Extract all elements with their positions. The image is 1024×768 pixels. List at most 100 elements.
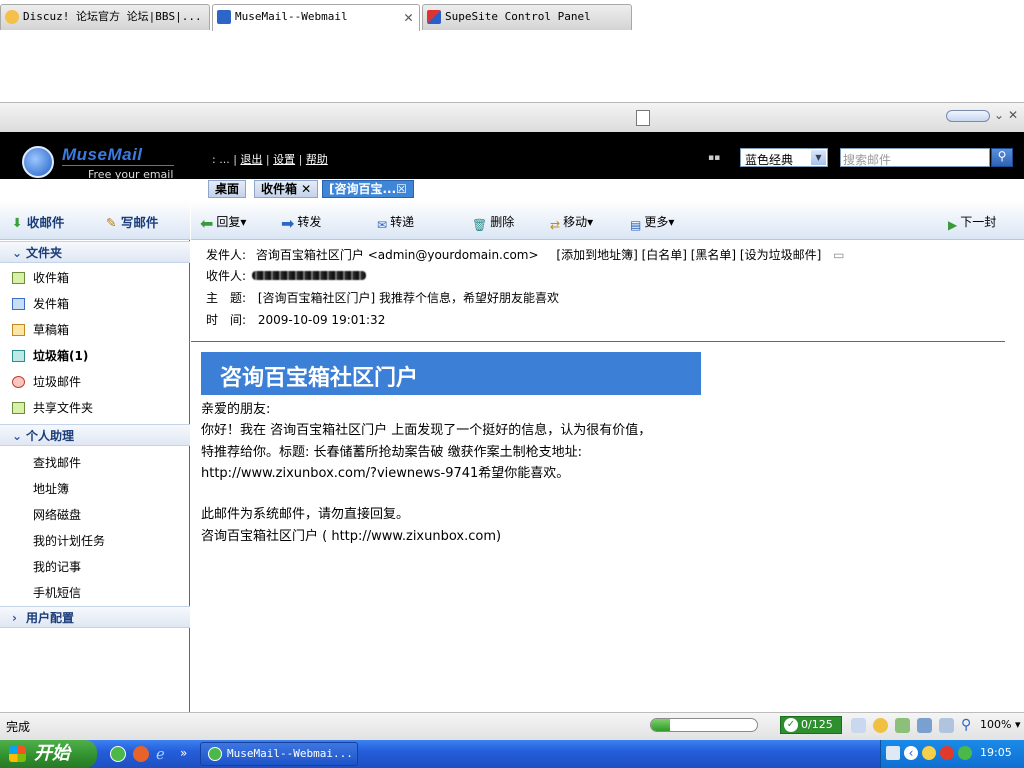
assistant-header-label: 个人助理 <box>26 429 75 443</box>
skin-select[interactable]: 蓝色经典 ▼ <box>740 148 828 167</box>
user-config-label: 用户配置 <box>26 611 75 625</box>
browser-tab-discuz[interactable]: Discuz! 论坛官方 论坛|BBS|... <box>0 4 210 30</box>
more-button[interactable]: ▤ 更多▾ <box>630 213 674 232</box>
zoom-icon[interactable]: ⚲ <box>961 718 976 733</box>
quicklaunch-overflow-icon[interactable]: » <box>180 746 196 762</box>
assistant-header[interactable]: ⌄ 个人助理 <box>0 424 190 446</box>
folder-spam[interactable]: 垃圾邮件 <box>12 373 81 391</box>
delete-button[interactable]: 🗑 删除 <box>472 213 514 232</box>
compose-mail-label: 写邮件 <box>120 215 159 230</box>
browser-tab-supesite[interactable]: SupeSite Control Panel <box>422 4 632 30</box>
logout-link[interactable]: 退出 <box>240 153 262 166</box>
redirect-button[interactable]: ✉ 转递 <box>377 213 414 232</box>
browser-tab-strip <box>0 102 1024 132</box>
move-label: 移动▾ <box>563 215 594 229</box>
move-button[interactable]: ⇄ 移动▾ <box>550 213 593 232</box>
forward-label: 转发 <box>297 215 322 229</box>
chevron-down-icon: ▼ <box>811 150 826 165</box>
nav-netdisk[interactable]: 网络磁盘 <box>33 506 81 523</box>
close-tab-icon[interactable]: ✕ <box>404 5 413 29</box>
tray-collapse-icon[interactable]: ‹ <box>904 746 918 760</box>
subject-value: [咨询百宝箱社区门户] 我推荐个信息，希望好朋友能喜欢 <box>257 291 560 305</box>
progress-bar <box>650 718 758 732</box>
tab-inbox[interactable]: 收件箱 ✕ <box>254 180 319 198</box>
more-icon: ▤ <box>630 218 642 232</box>
tray-search-icon[interactable] <box>922 746 936 760</box>
down-arrow-icon: ⬇ <box>12 215 23 230</box>
browser-tab-label: MuseMail--Webmail <box>235 10 348 23</box>
supesite-icon <box>427 10 441 24</box>
from-value: 咨询百宝箱社区门户 <admin@yourdomain.com> <box>255 248 539 262</box>
reply-label: 回复▾ <box>216 215 247 229</box>
folder-outbox[interactable]: 发件箱 <box>12 295 69 313</box>
security-icon[interactable] <box>895 718 910 733</box>
expand-icon[interactable]: ▭ <box>833 248 844 262</box>
next-arrow-icon: ▶ <box>948 218 958 232</box>
status-bar <box>0 712 1024 740</box>
tray-opera-icon[interactable] <box>940 746 954 760</box>
body-link-line[interactable]: http://www.zixunbox.com/?viewnews-9741希望… <box>201 462 569 481</box>
forward-button[interactable]: ➡ 转发 <box>281 213 322 233</box>
nav-find-mail[interactable]: 查找邮件 <box>33 454 81 471</box>
inbox-icon <box>12 272 25 284</box>
new-tab-icon[interactable] <box>636 110 650 126</box>
folder-trash[interactable]: 垃圾箱(1) <box>12 347 88 365</box>
time-label: 时 间: <box>206 313 247 327</box>
mail-search-input[interactable]: 搜索邮件 <box>840 148 990 167</box>
quicklaunch-browser-icon[interactable] <box>110 746 126 762</box>
page-icon[interactable] <box>917 718 932 733</box>
download-icon[interactable] <box>851 718 866 733</box>
folder-drafts[interactable]: 草稿箱 <box>12 321 69 339</box>
outbox-icon <box>12 298 25 310</box>
spam-icon <box>12 376 25 388</box>
help-link[interactable]: 帮助 <box>306 153 328 166</box>
app-logo: MuseMail <box>62 145 143 164</box>
quicklaunch-firefox-icon[interactable] <box>133 746 149 762</box>
compose-mail-button[interactable]: ✎ 写邮件 <box>106 212 158 231</box>
subject-label: 主 题: <box>206 291 247 305</box>
browser-tab-label: SupeSite Control Panel <box>445 10 591 23</box>
folders-header[interactable]: ⌄ 文件夹 <box>0 241 190 263</box>
addon-icon[interactable] <box>873 718 888 733</box>
speaker-icon[interactable] <box>939 718 954 733</box>
folder-inbox[interactable]: 收件箱 <box>12 269 69 287</box>
tab-current-message[interactable]: [咨询百宝...☒ <box>322 180 414 198</box>
musemail-logo-icon <box>22 146 54 178</box>
nav-tasks[interactable]: 我的计划任务 <box>33 532 105 549</box>
close-icon[interactable]: ✕ <box>1008 108 1018 122</box>
settings-link[interactable]: 设置 <box>273 153 295 166</box>
folder-label: 共享文件夹 <box>33 401 94 415</box>
nav-address-book[interactable]: 地址簿 <box>33 480 69 497</box>
next-message-button[interactable]: ▶ 下一封 <box>948 213 996 232</box>
subject-row: 主 题: [咨询百宝箱社区门户] 我推荐个信息，希望好朋友能喜欢 <box>206 289 559 306</box>
receive-mail-button[interactable]: ⬇ 收邮件 <box>12 212 64 231</box>
taskbar-item-musemail[interactable]: MuseMail--Webmai... <box>200 742 358 766</box>
quicklaunch-ie-icon[interactable]: ℯ <box>156 746 172 762</box>
recipient-redacted <box>251 271 366 280</box>
mail-counter[interactable]: ✓ 0/125 <box>780 716 842 734</box>
from-actions[interactable]: [添加到地址簿] [白名单] [黑名单] [设为垃圾邮件] <box>556 248 821 262</box>
zoom-level[interactable]: 100% ▾ <box>980 718 1020 731</box>
start-label: 开始 <box>34 743 70 763</box>
start-button[interactable]: 开始 <box>0 740 97 768</box>
keyboard-icon[interactable] <box>886 746 900 760</box>
status-text: 完成 <box>6 720 31 734</box>
from-row: 发件人: 咨询百宝箱社区门户 <admin@yourdomain.com> [添… <box>206 246 844 263</box>
nav-sms[interactable]: 手机短信 <box>33 584 81 601</box>
search-icon[interactable]: ⚲ <box>991 148 1013 167</box>
chevron-down-icon[interactable]: ⌄ <box>994 108 1004 122</box>
tray-shield-icon[interactable] <box>958 746 972 760</box>
body-line: 亲爱的朋友: <box>201 402 271 417</box>
toggle-icon[interactable] <box>946 109 991 122</box>
forward-icon: ➡ <box>281 214 295 233</box>
folder-shared[interactable]: 共享文件夹 <box>12 399 93 417</box>
reply-button[interactable]: ⬅ 回复▾ <box>200 213 247 233</box>
zoom-value: 100% <box>980 718 1012 731</box>
browser-tab-musemail[interactable]: MuseMail--Webmail ✕ <box>212 4 420 31</box>
reply-icon: ⬅ <box>200 214 214 233</box>
logo-underline <box>62 165 174 166</box>
nav-notes[interactable]: 我的记事 <box>33 558 81 575</box>
user-config-header[interactable]: › 用户配置 <box>0 606 190 628</box>
user-name: : ... <box>212 153 230 166</box>
tab-desktop[interactable]: 桌面 <box>208 180 247 198</box>
